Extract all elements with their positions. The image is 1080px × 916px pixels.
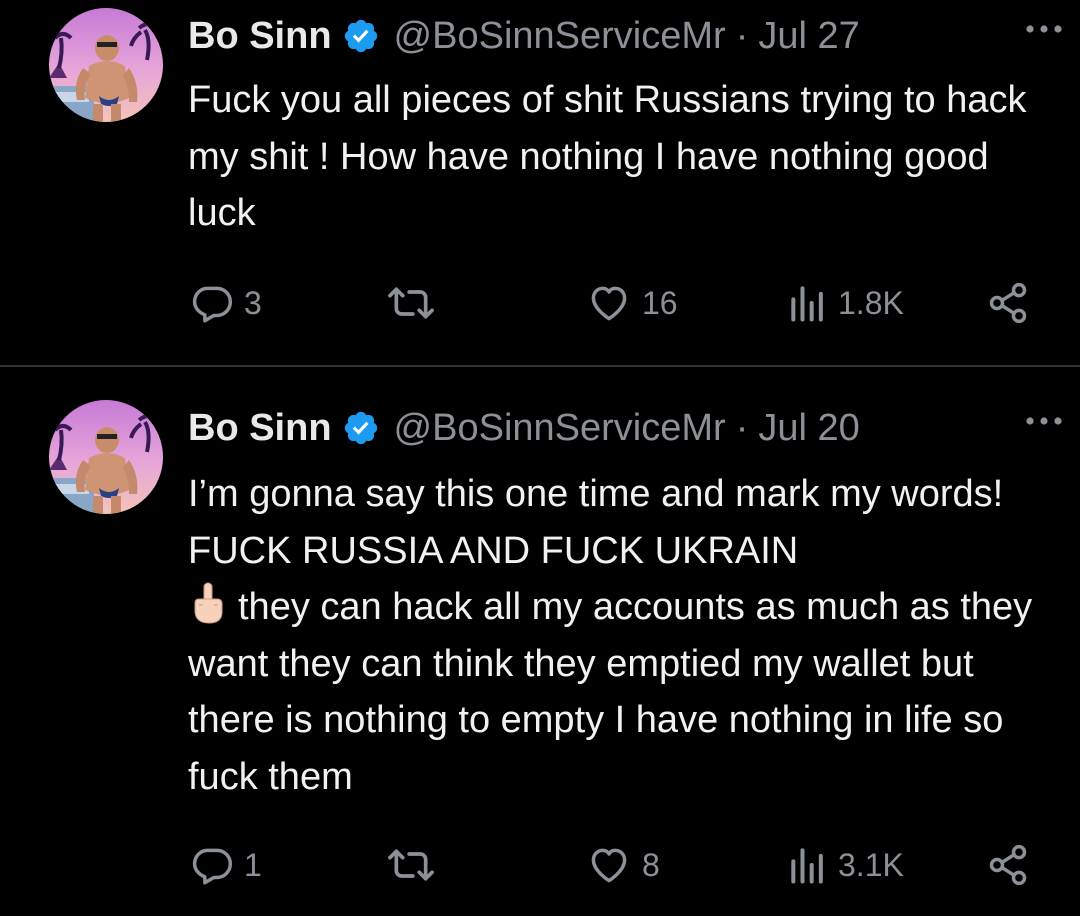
retweet-button[interactable] <box>386 840 446 890</box>
tweet-divider <box>0 365 1080 367</box>
share-icon <box>986 281 1030 325</box>
share-button[interactable] <box>986 278 1030 328</box>
like-button[interactable]: 8 <box>586 840 660 890</box>
views-button[interactable]: 1.8K <box>788 278 904 328</box>
like-count: 8 <box>642 846 660 883</box>
avatar[interactable] <box>49 8 163 122</box>
tweet-date[interactable]: Jul 20 <box>758 407 859 450</box>
heart-icon <box>586 843 632 887</box>
verified-badge-icon[interactable] <box>342 409 380 447</box>
views-chart-icon <box>788 843 828 887</box>
heart-icon <box>586 281 632 325</box>
tweet-header: Bo Sinn @BoSinnServiceMr · Jul 27 <box>188 6 1040 66</box>
reply-count: 1 <box>244 846 262 883</box>
retweet-button[interactable] <box>386 278 446 328</box>
reply-count: 3 <box>244 284 262 321</box>
tweet-text-part-1: I’m gonna say this one time and mark my … <box>188 473 1014 572</box>
reply-icon <box>190 843 234 887</box>
tweet-text: Fuck you all pieces of shit Russians try… <box>188 79 1038 234</box>
tweet-text-part-2: they can hack all my accounts as much as… <box>188 586 1043 798</box>
author-name[interactable]: Bo Sinn <box>188 407 332 450</box>
reply-button[interactable]: 1 <box>190 840 262 890</box>
avatar[interactable] <box>49 400 163 514</box>
author-handle[interactable]: @BoSinnServiceMr <box>394 407 726 450</box>
more-dots-icon[interactable] <box>1022 406 1066 436</box>
more-dots-icon[interactable] <box>1022 14 1066 44</box>
share-button[interactable] <box>986 840 1030 890</box>
middle-finger-emoji <box>188 581 228 625</box>
views-count: 3.1K <box>838 846 904 883</box>
separator-dot: · <box>735 406 749 449</box>
tweet[interactable]: Bo Sinn @BoSinnServiceMr · Jul 27 Fuck y… <box>0 0 1080 366</box>
tweet-actions: 3 16 1.8K <box>188 278 1038 328</box>
views-button[interactable]: 3.1K <box>788 840 904 890</box>
tweet-header: Bo Sinn @BoSinnServiceMr · Jul 20 <box>188 398 1040 458</box>
views-count: 1.8K <box>838 284 904 321</box>
retweet-icon <box>386 281 436 325</box>
tweet-actions: 1 8 3.1K <box>188 840 1038 890</box>
like-button[interactable]: 16 <box>586 278 678 328</box>
tweet[interactable]: Bo Sinn @BoSinnServiceMr · Jul 20 I’m go… <box>0 368 1080 916</box>
views-chart-icon <box>788 281 828 325</box>
reply-icon <box>190 281 234 325</box>
reply-button[interactable]: 3 <box>190 278 262 328</box>
like-count: 16 <box>642 284 678 321</box>
author-name[interactable]: Bo Sinn <box>188 15 332 58</box>
author-handle[interactable]: @BoSinnServiceMr <box>394 15 726 58</box>
separator-dot: · <box>735 14 749 57</box>
tweet-text: I’m gonna say this one time and mark my … <box>188 466 1048 805</box>
tweet-date[interactable]: Jul 27 <box>758 15 859 58</box>
verified-badge-icon[interactable] <box>342 17 380 55</box>
share-icon <box>986 843 1030 887</box>
retweet-icon <box>386 843 436 887</box>
